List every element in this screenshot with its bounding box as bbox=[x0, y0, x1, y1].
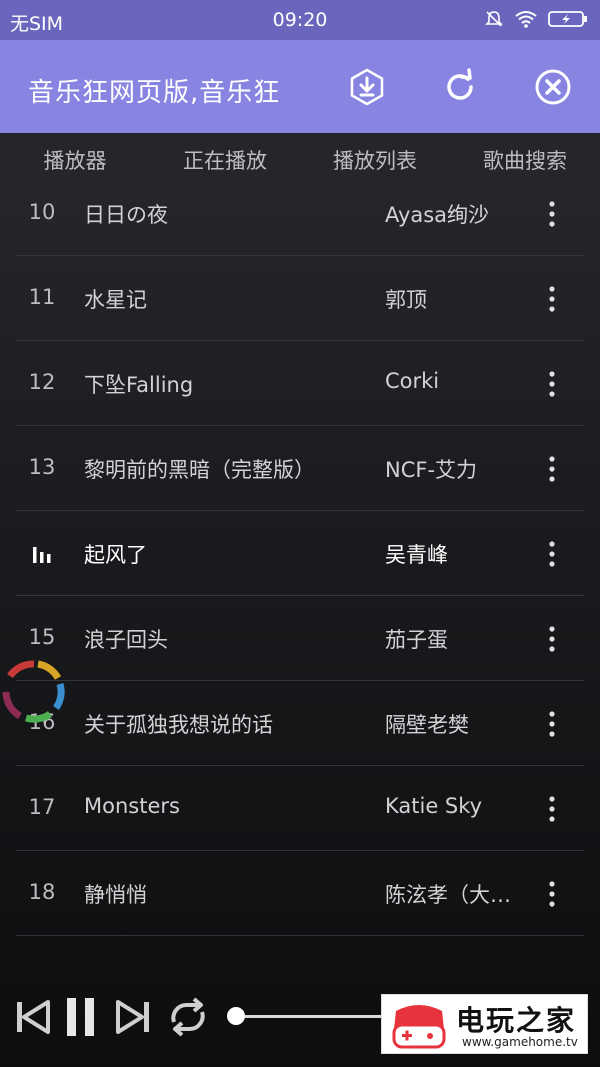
track-artist: Katie Sky bbox=[385, 794, 483, 818]
track-artist: 陈泫孝（大… bbox=[385, 883, 511, 907]
app-bar: 音乐狂网页版,音乐狂 bbox=[0, 40, 600, 133]
watermark-text: 电玩之家 bbox=[456, 1004, 577, 1037]
track-artist: 茄子蛋 bbox=[385, 628, 448, 652]
track-artist: Corki bbox=[385, 369, 440, 393]
track-number: 12 bbox=[28, 370, 56, 394]
tab-playlist[interactable]: 播放列表 bbox=[300, 133, 450, 191]
list-item[interactable]: 12 下坠Falling Corki bbox=[16, 341, 584, 426]
wifi-icon bbox=[515, 11, 537, 28]
track-title: 浪子回头 bbox=[84, 628, 168, 652]
list-item[interactable]: 18 静悄悄 陈泫孝（大… bbox=[16, 851, 584, 936]
track-title: 黎明前的黑暗（完整版） bbox=[84, 458, 315, 482]
track-title: 起风了 bbox=[84, 543, 147, 567]
watermark-url: www.gamehome.tv bbox=[462, 1035, 578, 1049]
list-item-now-playing[interactable]: 起风了 吴青峰 bbox=[16, 511, 584, 596]
track-number: 15 bbox=[28, 625, 56, 649]
track-number: 17 bbox=[28, 795, 56, 819]
more-vertical-icon[interactable] bbox=[538, 283, 566, 315]
track-title: 日日の夜 bbox=[84, 203, 168, 227]
pause-icon[interactable] bbox=[64, 996, 98, 1038]
list-item[interactable]: 16 关于孤独我想说的话 隔壁老樊 bbox=[16, 681, 584, 766]
list-item[interactable]: 15 浪子回头 茄子蛋 bbox=[16, 596, 584, 681]
list-item[interactable]: 11 水星记 郭顶 bbox=[16, 256, 584, 341]
mute-icon bbox=[485, 11, 503, 27]
tab-bar: 播放器 正在播放 播放列表 歌曲搜索 bbox=[0, 133, 600, 191]
more-vertical-icon[interactable] bbox=[538, 793, 566, 825]
track-artist: Ayasa绚沙 bbox=[385, 203, 490, 227]
list-item[interactable]: 10 日日の夜 Ayasa绚沙 bbox=[16, 191, 584, 256]
more-vertical-icon[interactable] bbox=[538, 623, 566, 655]
more-vertical-icon[interactable] bbox=[538, 538, 566, 570]
refresh-button[interactable] bbox=[440, 67, 480, 107]
track-title: 下坠Falling bbox=[84, 373, 194, 397]
playlist: 10 日日の夜 Ayasa绚沙 11 水星记 郭顶 12 下坠Falling C… bbox=[0, 191, 600, 981]
tab-player[interactable]: 播放器 bbox=[0, 133, 150, 191]
more-vertical-icon[interactable] bbox=[538, 708, 566, 740]
download-icon bbox=[350, 68, 384, 106]
track-artist: 吴青峰 bbox=[385, 543, 448, 567]
track-number: 10 bbox=[28, 200, 56, 224]
more-vertical-icon[interactable] bbox=[538, 198, 566, 230]
battery-charging-icon bbox=[548, 11, 587, 27]
close-icon bbox=[535, 69, 571, 105]
tab-now-playing[interactable]: 正在播放 bbox=[150, 133, 300, 191]
more-vertical-icon[interactable] bbox=[538, 878, 566, 910]
list-item[interactable]: 13 黎明前的黑暗（完整版） NCF-艾力 bbox=[16, 426, 584, 511]
status-bar: 无SIM 09:20 bbox=[0, 0, 600, 40]
previous-icon[interactable] bbox=[14, 998, 52, 1036]
track-artist: 隔壁老樊 bbox=[385, 713, 469, 737]
track-number: 13 bbox=[28, 455, 56, 479]
refresh-icon bbox=[447, 68, 473, 100]
page-title: 音乐狂网页版,音乐狂 bbox=[28, 78, 281, 108]
more-vertical-icon[interactable] bbox=[538, 453, 566, 485]
close-button[interactable] bbox=[533, 67, 573, 107]
track-artist: 郭顶 bbox=[385, 288, 427, 312]
tab-song-search[interactable]: 歌曲搜索 bbox=[450, 133, 600, 191]
repeat-icon[interactable] bbox=[164, 996, 212, 1038]
track-number: 11 bbox=[28, 285, 56, 309]
list-item[interactable]: 17 Monsters Katie Sky bbox=[16, 766, 584, 851]
equalizer-icon bbox=[33, 547, 51, 563]
watermark-logo: 电玩之家 www.gamehome.tv bbox=[381, 994, 588, 1054]
track-title: 静悄悄 bbox=[84, 883, 147, 907]
track-number: 18 bbox=[28, 880, 56, 904]
track-title: Monsters bbox=[84, 794, 180, 818]
progress-knob[interactable] bbox=[227, 1007, 245, 1025]
track-artist: NCF-艾力 bbox=[385, 458, 478, 482]
track-title: 关于孤独我想说的话 bbox=[84, 713, 273, 737]
status-icons bbox=[484, 9, 588, 29]
gamepad-logo-icon bbox=[392, 1005, 446, 1049]
loading-spinner-icon bbox=[2, 660, 65, 723]
track-title: 水星记 bbox=[84, 288, 147, 312]
progress-track[interactable] bbox=[236, 1015, 396, 1018]
more-vertical-icon[interactable] bbox=[538, 368, 566, 400]
next-icon[interactable] bbox=[114, 998, 152, 1036]
download-button[interactable] bbox=[347, 67, 387, 107]
